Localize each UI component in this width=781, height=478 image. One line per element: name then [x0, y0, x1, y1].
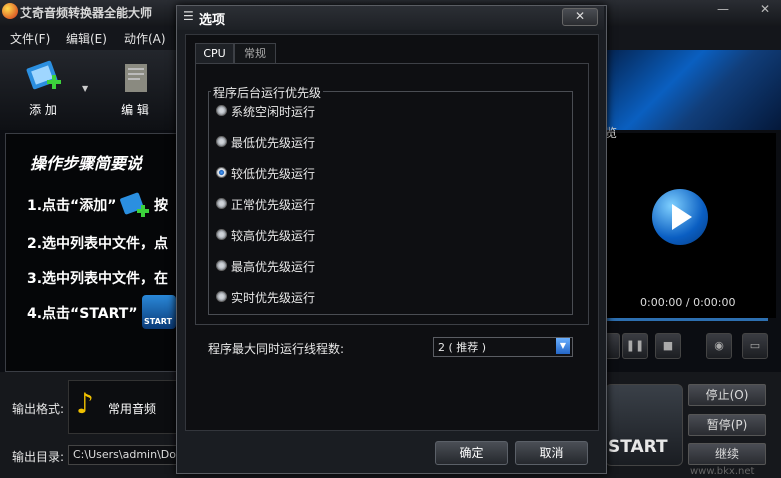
menu-action[interactable]: 动作(A) [124, 30, 166, 47]
dialog-close-button[interactable]: ✕ [562, 8, 598, 26]
pause-icon[interactable]: ❚❚ [622, 333, 648, 359]
step-1: 1.点击“添加” [27, 198, 117, 214]
snapshot-icon[interactable]: ◉ [706, 333, 732, 359]
seek-bar[interactable] [605, 318, 768, 321]
menu-file[interactable]: 文件(F) [10, 30, 50, 47]
radio-icon [216, 136, 227, 147]
priority-label: 较低优先级运行 [231, 167, 316, 181]
start-label: START [608, 437, 668, 457]
output-dir-label: 输出目录: [12, 450, 65, 464]
film-add-small-icon [118, 192, 152, 223]
threads-label: 程序最大同时运行线程数: [208, 342, 345, 356]
watermark: www.bkx.net [690, 466, 755, 477]
chevron-down-icon[interactable]: ▼ [556, 338, 570, 354]
menu-edit[interactable]: 编辑(E) [66, 30, 107, 47]
tab-cpu[interactable]: CPU [195, 43, 234, 64]
stop-button[interactable]: 停止(O) [688, 384, 766, 406]
radio-selected-icon [216, 167, 227, 178]
app-title: 艾奇音频转换器全能大师 [20, 6, 153, 20]
output-format-label: 输出格式: [12, 402, 65, 416]
add-button[interactable]: 添 加 [18, 60, 68, 118]
stop-icon[interactable]: ■ [655, 333, 681, 359]
edit-button[interactable]: 编 辑 [110, 60, 160, 118]
pause-button[interactable]: 暂停(P) [688, 414, 766, 436]
start-small-label: START [144, 317, 173, 326]
step-3: 3.选中列表中文件，在 [27, 271, 169, 287]
priority-group-label: 程序后台运行优先级 [211, 84, 324, 101]
add-dropdown-icon[interactable]: ▼ [82, 84, 88, 93]
music-note-icon: ♪ [76, 387, 94, 420]
banner-image [600, 50, 781, 130]
app-logo-icon [2, 3, 18, 19]
radio-icon [216, 198, 227, 209]
step-2: 2.选中列表中文件，点 [27, 236, 169, 252]
continue-button[interactable]: 继续 [688, 443, 766, 465]
priority-label: 最低优先级运行 [231, 136, 316, 150]
output-format-value: 常用音频 [108, 402, 157, 416]
priority-label: 正常优先级运行 [231, 198, 316, 212]
radio-icon [216, 260, 227, 271]
tab-general[interactable]: 常规 [234, 43, 276, 64]
time-display: 0:00:00 / 0:00:00 [640, 296, 736, 309]
priority-label: 实时优先级运行 [231, 291, 316, 305]
document-edit-icon [125, 64, 147, 92]
dialog-title: 选项 [199, 13, 226, 28]
ok-button[interactable]: 确定 [435, 441, 508, 465]
step-1-suffix: 按 [154, 198, 168, 214]
priority-label: 系统空闲时运行 [231, 105, 316, 119]
step-4: 4.点击“START” [27, 306, 138, 322]
radio-icon [216, 229, 227, 240]
dialog-title-bar [177, 6, 604, 30]
add-label: 添 加 [29, 103, 57, 117]
start-small-icon: START [142, 295, 176, 329]
cancel-button[interactable]: 取消 [515, 441, 588, 465]
output-dir-input[interactable]: C:\Users\admin\Docu [68, 445, 182, 465]
edit-label: 编 辑 [121, 103, 149, 117]
priority-label: 最高优先级运行 [231, 260, 316, 274]
steps-title: 操作步骤简要说 [30, 154, 143, 173]
priority-label: 较高优先级运行 [231, 229, 316, 243]
radio-icon [216, 291, 227, 302]
play-icon [672, 204, 692, 230]
threads-value: 2 ( 推荐 ) [438, 341, 487, 354]
radio-icon [216, 105, 227, 116]
folder-icon[interactable]: ▭ [742, 333, 768, 359]
menu-icon: ☰ [183, 9, 194, 23]
film-add-icon [26, 60, 61, 90]
app-close-button[interactable]: ✕ [756, 2, 774, 16]
minimize-button[interactable]: — [714, 2, 732, 16]
